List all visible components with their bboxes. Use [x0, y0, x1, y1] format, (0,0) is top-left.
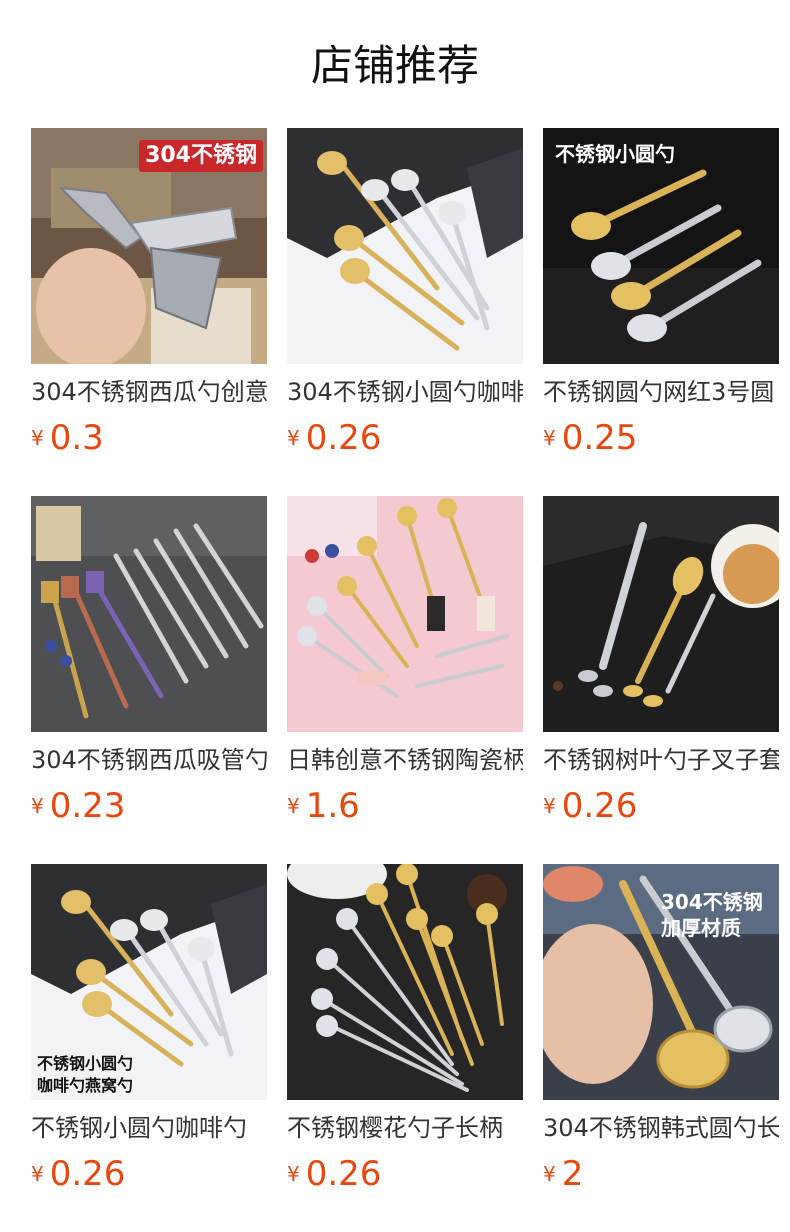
product-image[interactable] [287, 128, 523, 364]
product-card[interactable]: 不锈钢樱花勺子长柄 ¥0.26 [287, 864, 523, 1232]
product-price: ¥2 [543, 1154, 779, 1194]
leaf-cutlery-icon [543, 496, 779, 732]
round-spoons-icon [287, 128, 523, 364]
product-image[interactable]: 304不锈钢 加厚材质 [543, 864, 779, 1100]
product-name[interactable]: 不锈钢樱花勺子长柄 [287, 1112, 523, 1144]
product-name[interactable]: 不锈钢树叶勺子叉子套 [543, 744, 779, 776]
product-card[interactable]: 304不锈钢小圆勺咖啡 ¥0.26 [287, 128, 523, 496]
price-amount: 0.3 [49, 418, 104, 458]
store-recommendations-page: 店铺推荐 304不锈钢 304不锈钢西瓜勺创意 ¥0.3 304不锈钢小圆勺咖啡… [0, 0, 790, 1232]
product-name[interactable]: 304不锈钢西瓜吸管勺 [31, 744, 267, 776]
product-card[interactable]: 不锈钢树叶勺子叉子套 ¥0.26 [543, 496, 779, 864]
product-price: ¥0.25 [543, 418, 779, 458]
price-amount: 2 [561, 1154, 584, 1194]
price-amount: 0.26 [305, 1154, 382, 1194]
product-image[interactable]: 不锈钢小圆勺 [543, 128, 779, 364]
currency-symbol: ¥ [287, 794, 300, 818]
image-overlay-label: 不锈钢小圆勺 [555, 142, 675, 166]
currency-symbol: ¥ [543, 794, 556, 818]
straw-spoons-icon [31, 496, 267, 732]
product-card[interactable]: 304不锈钢 加厚材质 304不锈钢韩式圆勺长 ¥2 [543, 864, 779, 1232]
product-card[interactable]: 日韩创意不锈钢陶瓷柄 ¥1.6 [287, 496, 523, 864]
product-card[interactable]: 304不锈钢西瓜吸管勺 ¥0.23 [31, 496, 267, 864]
product-name[interactable]: 不锈钢小圆勺咖啡勺 [31, 1112, 267, 1144]
price-amount: 0.26 [49, 1154, 126, 1194]
product-card[interactable]: 304不锈钢 304不锈钢西瓜勺创意 ¥0.3 [31, 128, 267, 496]
currency-symbol: ¥ [543, 426, 556, 450]
product-price: ¥0.3 [31, 418, 267, 458]
product-name[interactable]: 304不锈钢西瓜勺创意 [31, 376, 267, 408]
product-card[interactable]: 不锈钢小圆勺 不锈钢圆勺网红3号圆 ¥0.25 [543, 128, 779, 496]
price-amount: 0.26 [305, 418, 382, 458]
product-price: ¥0.26 [543, 786, 779, 826]
flower-spoons-icon [287, 864, 523, 1100]
price-amount: 0.25 [561, 418, 638, 458]
currency-symbol: ¥ [287, 1162, 300, 1186]
currency-symbol: ¥ [543, 1162, 556, 1186]
image-overlay-label: 304不锈钢 [661, 890, 763, 914]
section-title: 店铺推荐 [310, 41, 479, 90]
product-price: ¥1.6 [287, 786, 523, 826]
product-image[interactable]: 不锈钢小圆勺 咖啡勺燕窝勺 [31, 864, 267, 1100]
image-overlay-label: 加厚材质 [661, 916, 741, 940]
product-image[interactable]: 304不锈钢 [31, 128, 267, 364]
flower-spoons-icon [287, 496, 523, 732]
product-image[interactable] [31, 496, 267, 732]
product-card[interactable]: 不锈钢小圆勺 咖啡勺燕窝勺 不锈钢小圆勺咖啡勺 ¥0.26 [31, 864, 267, 1232]
price-amount: 0.23 [49, 786, 126, 826]
product-price: ¥0.26 [287, 418, 523, 458]
product-image[interactable] [287, 496, 523, 732]
product-name[interactable]: 日韩创意不锈钢陶瓷柄 [287, 744, 523, 776]
product-name[interactable]: 304不锈钢小圆勺咖啡 [287, 376, 523, 408]
product-image[interactable] [287, 864, 523, 1100]
image-overlay-label: 不锈钢小圆勺 [37, 1054, 134, 1073]
price-amount: 1.6 [305, 786, 360, 826]
product-image[interactable] [543, 496, 779, 732]
product-name[interactable]: 304不锈钢韩式圆勺长 [543, 1112, 779, 1144]
product-price: ¥0.26 [287, 1154, 523, 1194]
currency-symbol: ¥ [31, 1162, 44, 1186]
product-price: ¥0.23 [31, 786, 267, 826]
currency-symbol: ¥ [287, 426, 300, 450]
currency-symbol: ¥ [31, 426, 44, 450]
price-amount: 0.26 [561, 786, 638, 826]
product-price: ¥0.26 [31, 1154, 267, 1194]
product-name[interactable]: 不锈钢圆勺网红3号圆 [543, 376, 779, 408]
product-grid: 304不锈钢 304不锈钢西瓜勺创意 ¥0.3 304不锈钢小圆勺咖啡 ¥ 0.… [31, 128, 779, 1232]
image-overlay-label: 咖啡勺燕窝勺 [37, 1076, 134, 1095]
image-overlay-label: 304不锈钢 [139, 140, 263, 172]
currency-symbol: ¥ [31, 794, 44, 818]
